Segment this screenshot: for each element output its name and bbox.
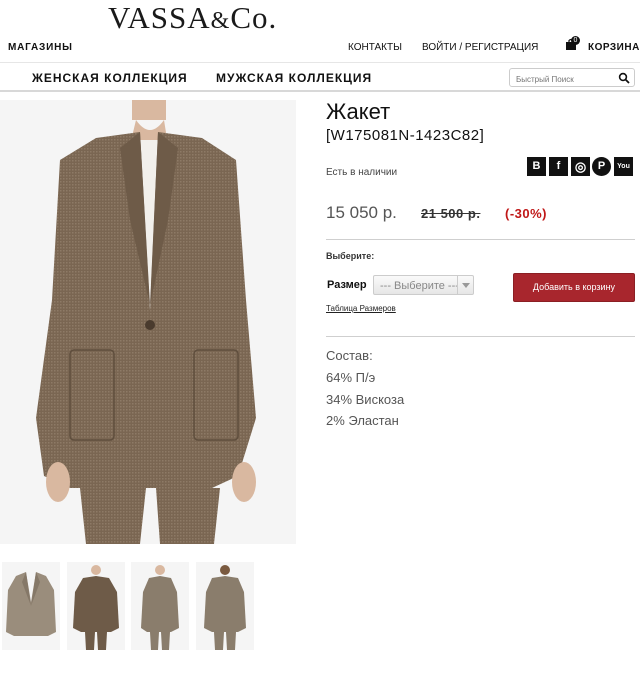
search-input[interactable] <box>516 71 616 88</box>
thumbnail-1[interactable] <box>2 562 60 650</box>
jacket-back-model-thumbnail <box>204 565 246 650</box>
composition-item: 64% П/э <box>326 370 376 385</box>
thumbnail-4[interactable] <box>196 562 254 650</box>
stock-status: Есть в наличии <box>326 167 398 178</box>
old-price: 21 500 р. <box>421 206 481 221</box>
brand-logo[interactable]: VASSA&Co. <box>108 0 277 36</box>
jacket-flat-thumbnail <box>6 572 56 636</box>
composition-title: Состав: <box>326 348 373 363</box>
divider-bottom <box>326 336 635 337</box>
thumbnail-3[interactable] <box>131 562 189 650</box>
divider-top <box>326 239 635 240</box>
cart-link[interactable]: КОРЗИНА <box>588 42 640 53</box>
discount-badge: (-30%) <box>505 206 548 221</box>
product-sku: [W175081N-1423C82] <box>326 127 485 144</box>
pinterest-icon[interactable]: P <box>592 157 611 176</box>
size-label: Размер <box>327 279 367 291</box>
jacket-front-model-thumbnail <box>73 565 119 650</box>
chevron-down-icon <box>457 276 473 294</box>
composition-item: 34% Вискоза <box>326 392 405 407</box>
vk-icon[interactable]: B <box>527 157 546 176</box>
youtube-icon[interactable]: You <box>614 157 633 176</box>
current-price: 15 050 р. <box>326 203 397 222</box>
size-chart-link[interactable]: Таблица Размеров <box>326 304 396 313</box>
facebook-icon[interactable]: f <box>549 157 568 176</box>
instagram-icon[interactable]: ◎ <box>571 157 590 176</box>
product-title: Жакет <box>326 99 391 124</box>
search-box <box>509 68 635 88</box>
thumbnail-2[interactable] <box>67 562 125 650</box>
login-register-link[interactable]: ВОЙТИ / РЕГИСТРАЦИЯ <box>422 42 538 53</box>
main-navigation: ЖЕНСКАЯ КОЛЛЕКЦИЯ МУЖСКАЯ КОЛЛЕКЦИЯ <box>0 62 640 92</box>
search-icon[interactable] <box>618 72 630 84</box>
size-select-value: --- Выберите --- <box>380 280 458 292</box>
stores-link[interactable]: МАГАЗИНЫ <box>8 42 73 53</box>
contacts-link[interactable]: КОНТАКТЫ <box>348 42 402 53</box>
composition-item: 2% Эластан <box>326 413 399 428</box>
options-heading: Выберите: <box>326 251 375 261</box>
product-main-image[interactable] <box>0 100 296 544</box>
jacket-side-model-thumbnail <box>141 565 179 650</box>
jacket-model-photo <box>36 100 256 544</box>
size-select[interactable]: --- Выберите --- <box>373 275 474 295</box>
add-to-cart-button[interactable]: Добавить в корзину <box>513 273 635 302</box>
cart-count-badge: 0 <box>571 36 580 45</box>
nav-men-collection[interactable]: МУЖСКАЯ КОЛЛЕКЦИЯ <box>216 71 372 85</box>
nav-women-collection[interactable]: ЖЕНСКАЯ КОЛЛЕКЦИЯ <box>32 71 188 85</box>
